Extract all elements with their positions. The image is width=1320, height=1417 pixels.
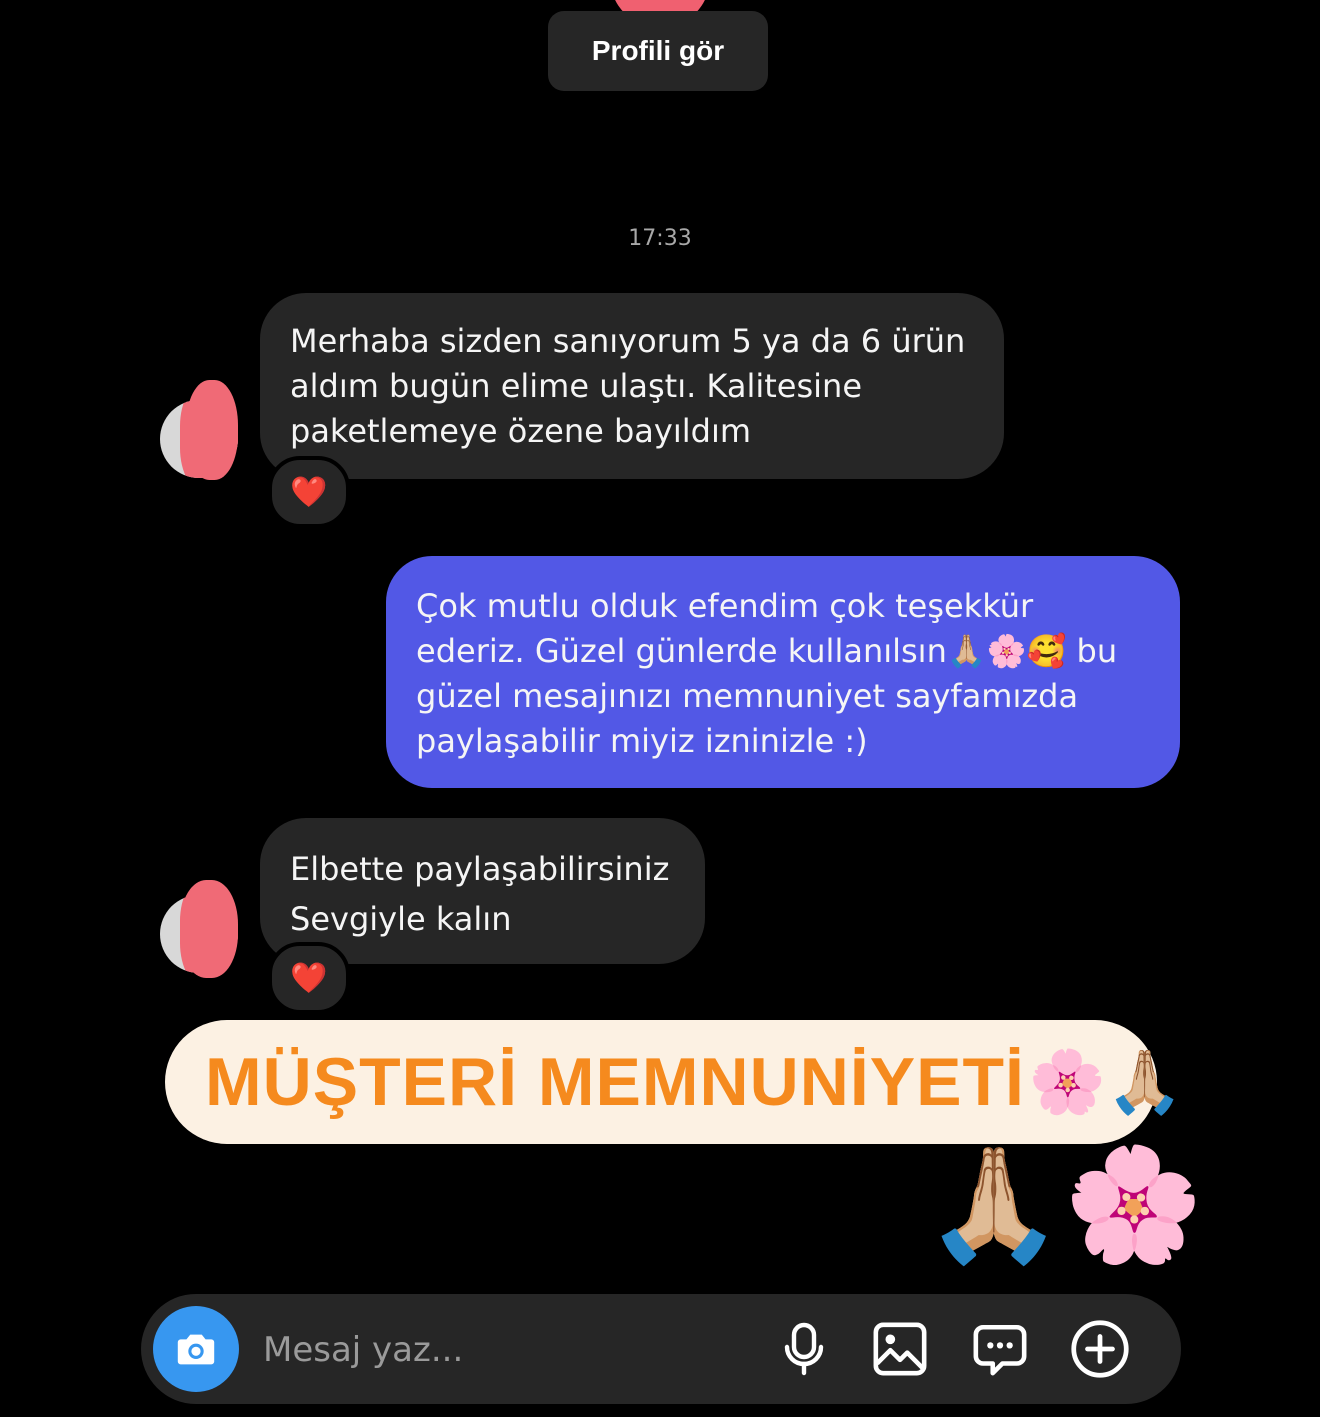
incoming-message-bubble[interactable]: Merhaba sizden sanıyorum 5 ya da 6 ürün … [260, 293, 1004, 479]
microphone-icon [784, 1322, 824, 1376]
message-composer [141, 1294, 1181, 1404]
banner-emojis: 🌸🙏🏼 [1028, 1045, 1184, 1118]
avatar-redaction [180, 880, 238, 978]
view-profile-button[interactable]: Profili gör [548, 11, 768, 91]
camera-icon [177, 1334, 215, 1365]
more-options-button[interactable] [1069, 1318, 1131, 1380]
heart-icon: ❤️ [290, 960, 328, 996]
gallery-icon [873, 1322, 927, 1376]
banner-title: MÜŞTERİ MEMNUNİYETİ [205, 1044, 1025, 1120]
incoming-message-bubble[interactable]: Elbette paylaşabilirsiniz Sevgiyle kalın [260, 818, 705, 964]
message-timestamp: 17:33 [628, 226, 692, 251]
plus-icon [1071, 1320, 1129, 1378]
sticker-chat-icon [973, 1324, 1027, 1376]
heart-reaction[interactable]: ❤️ [268, 456, 350, 528]
camera-button[interactable] [153, 1306, 239, 1392]
avatar-redaction [186, 380, 238, 480]
sticker-emojis: 🙏🏼🌸 [924, 1140, 1203, 1270]
outgoing-message-bubble[interactable]: Çok mutlu olduk efendim çok teşekkür ede… [386, 556, 1180, 788]
gallery-button[interactable] [869, 1318, 931, 1380]
message-input[interactable] [261, 1319, 745, 1381]
customer-satisfaction-banner: MÜŞTERİ MEMNUNİYETİ 🌸🙏🏼 [165, 1020, 1183, 1144]
voice-message-button[interactable] [773, 1318, 835, 1380]
sticker-button[interactable] [969, 1318, 1031, 1380]
heart-reaction[interactable]: ❤️ [268, 942, 350, 1014]
heart-icon: ❤️ [290, 474, 328, 510]
